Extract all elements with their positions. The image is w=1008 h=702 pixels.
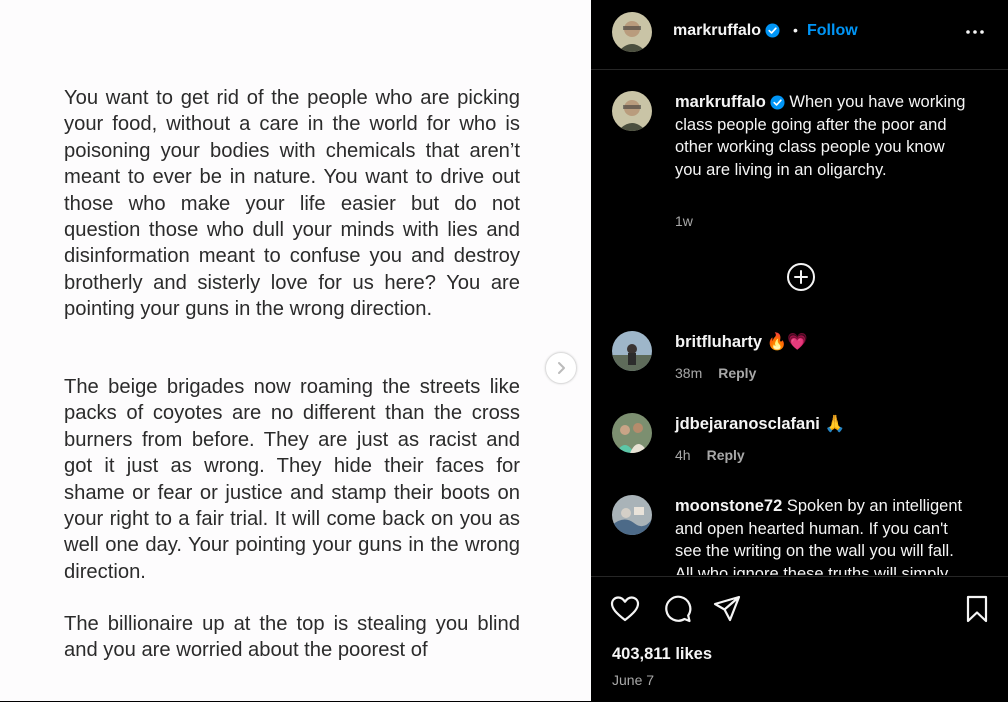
caption-username[interactable]: markruffalo [675, 93, 766, 111]
comment-time: 4h [675, 447, 691, 463]
bookmark-icon[interactable] [961, 593, 993, 625]
reply-button[interactable]: Reply [718, 365, 756, 381]
plus-circle-icon[interactable] [786, 262, 816, 292]
comment-time: 38m [675, 365, 703, 381]
commenter-avatar[interactable] [612, 413, 652, 453]
caption-time: 1w [675, 213, 693, 229]
commenter-avatar[interactable] [612, 331, 652, 371]
author-avatar[interactable] [612, 12, 652, 52]
more-horizontal-icon[interactable] [963, 20, 987, 44]
comment-body: 🔥💗 [766, 333, 808, 351]
reply-button[interactable]: Reply [707, 447, 745, 463]
comment-username[interactable]: jdbejaranosclafani [675, 415, 820, 433]
post-paragraph-1: You want to get rid of the people who ar… [64, 87, 520, 321]
likes-count[interactable]: 403,811 likes [612, 645, 712, 664]
comment-meta: 4h Reply [675, 447, 745, 463]
share-icon[interactable] [711, 593, 743, 625]
comment-meta: 38m Reply [675, 365, 756, 381]
post-actions: 403,811 likes June 7 [591, 576, 1008, 702]
caption-avatar[interactable] [612, 91, 652, 131]
heart-icon[interactable] [609, 593, 641, 625]
chevron-right-icon [558, 362, 565, 374]
caption-text: markruffalo When you have working class … [675, 91, 975, 182]
comment-username[interactable]: moonstone72 [675, 497, 782, 515]
post-paragraph-2: The beige brigades now roaming the stree… [64, 376, 520, 583]
commenter-avatar[interactable] [612, 495, 652, 535]
comment-text: moonstone72 Spoken by an intelligent and… [675, 495, 975, 575]
next-image-button[interactable] [545, 352, 577, 384]
post-image: You want to get rid of the people who ar… [0, 0, 591, 701]
comment-body: 🙏 [824, 415, 846, 433]
comment-text: jdbejaranosclafani 🙏 [675, 413, 975, 436]
post-header: markruffalo • Follow [591, 0, 1008, 70]
instagram-post-modal: You want to get rid of the people who ar… [0, 0, 1008, 702]
post-paragraph-3: The billionaire up at the top is stealin… [64, 613, 520, 662]
comment-username[interactable]: britfluharty [675, 333, 762, 351]
post-sidebar: markruffalo • Follow markruffalo When yo… [591, 0, 1008, 702]
author-username[interactable]: markruffalo [673, 22, 780, 40]
post-date: June 7 [612, 672, 655, 688]
comments-section[interactable]: markruffalo When you have working class … [591, 70, 1008, 575]
verified-badge-icon [765, 23, 780, 38]
comment-icon[interactable] [661, 593, 693, 625]
follow-button[interactable]: Follow [807, 22, 858, 40]
verified-badge-icon [770, 95, 785, 110]
comment-text: britfluharty 🔥💗 [675, 331, 975, 354]
separator-dot: • [793, 22, 798, 38]
